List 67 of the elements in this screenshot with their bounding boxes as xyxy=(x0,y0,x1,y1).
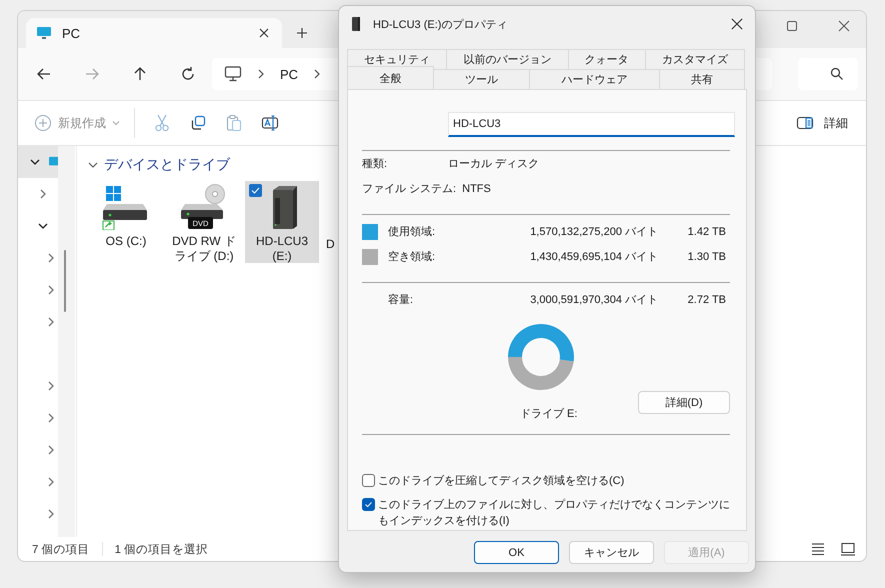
list-view-icon[interactable] xyxy=(810,541,826,557)
chevron-icon xyxy=(88,160,98,170)
space-label: 使用領域: xyxy=(388,225,436,239)
property-label: ファイル システム: xyxy=(362,182,458,196)
name-field[interactable]: HD-LCU3 xyxy=(448,112,735,137)
back-icon[interactable] xyxy=(36,66,52,82)
refresh-icon[interactable] xyxy=(180,66,196,82)
chevron-icon[interactable] xyxy=(312,69,322,79)
byte-count: 1,430,459,695,104 バイト xyxy=(529,250,658,264)
chevron-icon[interactable] xyxy=(256,69,266,79)
caret-icon xyxy=(112,119,120,127)
paste-icon[interactable] xyxy=(225,114,243,132)
checkbox[interactable] xyxy=(249,184,262,197)
monitor-icon xyxy=(224,65,242,83)
drive-letter-label: ドライブ E: xyxy=(520,407,578,421)
group-header[interactable]: デバイスとドライブ xyxy=(88,156,230,174)
checkbox-label[interactable]: このドライブ上のファイルに対し、プロパティだけでなくコンテンツにもインデックスを付ける(I) xyxy=(378,497,732,529)
chevron-icon[interactable] xyxy=(38,221,48,231)
checkbox[interactable] xyxy=(362,498,375,511)
window-tab[interactable]: PC xyxy=(26,18,282,48)
search-icon xyxy=(830,67,844,81)
checkbox[interactable] xyxy=(362,474,375,487)
new-button[interactable]: 新規作成 xyxy=(28,110,126,136)
dialog-button[interactable]: キャンセル xyxy=(569,541,654,564)
tab[interactable]: 共有 xyxy=(658,69,745,89)
size-value: 1.30 TB xyxy=(686,250,727,262)
selection-count: 1 個の項目を選択 xyxy=(114,542,208,556)
tab[interactable]: 全般 xyxy=(347,66,434,89)
byte-count: 1,570,132,275,200 バイト xyxy=(529,225,658,239)
drive-label: HD-LCU3 (E:) xyxy=(254,234,309,264)
drive-item[interactable]: OS (C:) xyxy=(89,181,163,263)
close-icon[interactable] xyxy=(731,18,743,30)
details-button[interactable]: 詳細 xyxy=(790,110,854,136)
property-label: 種類: xyxy=(362,157,388,171)
checkbox-label[interactable]: このドライブを圧縮してディスク領域を空ける(C) xyxy=(378,473,624,489)
monitor-icon xyxy=(48,156,58,168)
window-title: HD-LCU3 (E:)のプロパティ xyxy=(373,18,508,32)
chevron-icon[interactable] xyxy=(30,157,40,167)
item-count: 7 個の項目 xyxy=(32,542,90,556)
property-value: ローカル ディスク xyxy=(448,157,540,171)
dialog-button[interactable]: OK xyxy=(474,541,559,564)
capacity-label: 容量: xyxy=(388,292,414,307)
size-value: 1.42 TB xyxy=(686,226,727,238)
monitor-icon xyxy=(36,25,52,41)
close-icon[interactable] xyxy=(838,20,850,32)
up-icon[interactable] xyxy=(132,66,148,82)
plus-icon xyxy=(34,114,52,132)
rename-icon[interactable] xyxy=(261,114,279,132)
drive-label: OS (C:) xyxy=(104,234,148,249)
size-value: 2.72 TB xyxy=(686,294,727,306)
checkmark-icon xyxy=(363,499,374,510)
details-pane-icon xyxy=(796,114,814,132)
byte-count: 3,000,591,970,304 バイト xyxy=(529,293,658,307)
tab[interactable]: カスタマイズ xyxy=(644,49,745,69)
search-field[interactable] xyxy=(798,58,858,90)
property-value: NTFS xyxy=(462,182,492,194)
close-icon[interactable] xyxy=(258,27,270,39)
scrollbar-thumb[interactable] xyxy=(64,250,66,312)
copy-icon[interactable] xyxy=(189,114,207,132)
space-label: 空き領域: xyxy=(388,250,436,264)
maximize-icon[interactable] xyxy=(786,20,798,32)
breadcrumb-item[interactable]: PC xyxy=(280,66,298,82)
new-tab-icon[interactable] xyxy=(296,27,308,39)
drive-item[interactable]: HD-LCU3 (E:) xyxy=(245,181,319,263)
disk-cleanup-details-button[interactable]: 詳細(D) xyxy=(638,391,730,414)
tiles-view-icon[interactable] xyxy=(840,541,856,557)
drive-label: DVD RW ドライブ (D:) xyxy=(171,234,237,264)
